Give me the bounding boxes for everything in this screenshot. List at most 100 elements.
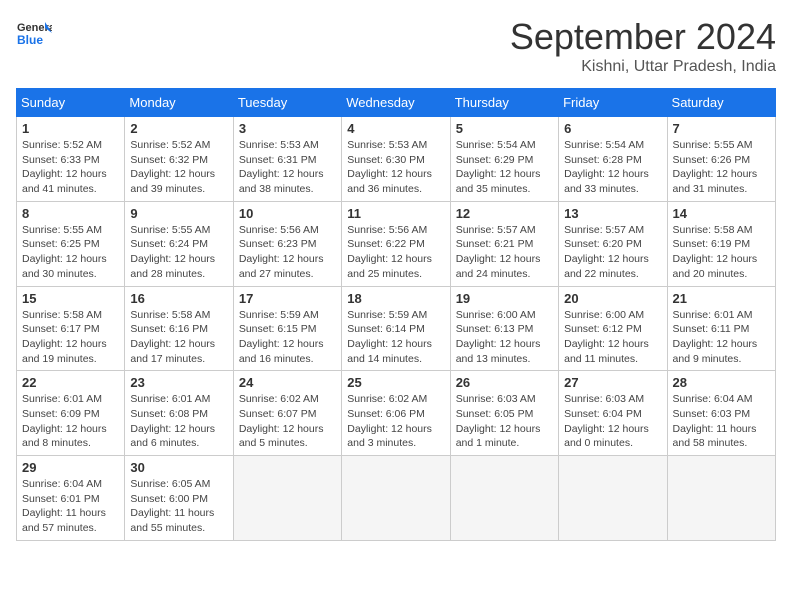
calendar-day-cell [233, 456, 341, 541]
calendar-day-cell: 14 Sunrise: 5:58 AMSunset: 6:19 PMDayligh… [667, 201, 775, 286]
day-number: 3 [239, 121, 336, 136]
day-info: Sunrise: 5:59 AMSunset: 6:15 PMDaylight:… [239, 308, 336, 367]
calendar-day-header: Monday [125, 89, 233, 117]
day-number: 27 [564, 375, 661, 390]
day-info: Sunrise: 5:58 AMSunset: 6:19 PMDaylight:… [673, 223, 770, 282]
day-info: Sunrise: 6:03 AMSunset: 6:05 PMDaylight:… [456, 392, 553, 451]
day-number: 25 [347, 375, 444, 390]
calendar-day-header: Sunday [17, 89, 125, 117]
day-number: 14 [673, 206, 770, 221]
day-number: 28 [673, 375, 770, 390]
calendar-day-cell: 26 Sunrise: 6:03 AMSunset: 6:05 PMDayligh… [450, 371, 558, 456]
calendar-day-cell: 2 Sunrise: 5:52 AMSunset: 6:32 PMDaylight… [125, 117, 233, 202]
day-number: 26 [456, 375, 553, 390]
day-info: Sunrise: 5:53 AMSunset: 6:31 PMDaylight:… [239, 138, 336, 197]
logo: General Blue [16, 16, 52, 52]
day-info: Sunrise: 5:52 AMSunset: 6:32 PMDaylight:… [130, 138, 227, 197]
day-info: Sunrise: 5:58 AMSunset: 6:16 PMDaylight:… [130, 308, 227, 367]
month-title: September 2024 [510, 16, 776, 58]
day-info: Sunrise: 6:03 AMSunset: 6:04 PMDaylight:… [564, 392, 661, 451]
calendar-day-cell: 29 Sunrise: 6:04 AMSunset: 6:01 PMDayligh… [17, 456, 125, 541]
day-info: Sunrise: 5:54 AMSunset: 6:29 PMDaylight:… [456, 138, 553, 197]
day-number: 24 [239, 375, 336, 390]
day-number: 15 [22, 291, 119, 306]
day-info: Sunrise: 6:00 AMSunset: 6:12 PMDaylight:… [564, 308, 661, 367]
calendar-day-cell: 6Sunrise: 5:54 AMSunset: 6:28 PMDaylight… [559, 117, 667, 202]
calendar-day-cell: 22Sunrise: 6:01 AMSunset: 6:09 PMDayligh… [17, 371, 125, 456]
day-info: Sunrise: 5:57 AMSunset: 6:20 PMDaylight:… [564, 223, 661, 282]
calendar-day-cell: 11 Sunrise: 5:56 AMSunset: 6:22 PMDayligh… [342, 201, 450, 286]
day-number: 9 [130, 206, 227, 221]
svg-text:Blue: Blue [17, 33, 43, 47]
day-number: 4 [347, 121, 444, 136]
day-number: 21 [673, 291, 770, 306]
day-info: Sunrise: 6:01 AMSunset: 6:08 PMDaylight:… [130, 392, 227, 451]
calendar-day-cell: 27 Sunrise: 6:03 AMSunset: 6:04 PMDayligh… [559, 371, 667, 456]
day-number: 1 [22, 121, 119, 136]
calendar-day-cell: 8 Sunrise: 5:55 AMSunset: 6:25 PMDaylight… [17, 201, 125, 286]
calendar-day-cell: 19 Sunrise: 6:00 AMSunset: 6:13 PMDayligh… [450, 286, 558, 371]
calendar-day-cell: 30Sunrise: 6:05 AMSunset: 6:00 PMDayligh… [125, 456, 233, 541]
calendar-day-cell: 17 Sunrise: 5:59 AMSunset: 6:15 PMDayligh… [233, 286, 341, 371]
day-info: Sunrise: 6:01 AMSunset: 6:09 PMDaylight:… [22, 392, 119, 451]
calendar-day-cell: 21 Sunrise: 6:01 AMSunset: 6:11 PMDayligh… [667, 286, 775, 371]
day-number: 17 [239, 291, 336, 306]
calendar-day-cell [667, 456, 775, 541]
calendar-week-row: 22Sunrise: 6:01 AMSunset: 6:09 PMDayligh… [17, 371, 776, 456]
calendar-day-cell: 23Sunrise: 6:01 AMSunset: 6:08 PMDayligh… [125, 371, 233, 456]
day-info: Sunrise: 5:53 AMSunset: 6:30 PMDaylight:… [347, 138, 444, 197]
day-info: Sunrise: 5:54 AMSunset: 6:28 PMDaylight:… [564, 138, 661, 197]
day-info: Sunrise: 6:02 AMSunset: 6:07 PMDaylight:… [239, 392, 336, 451]
calendar-day-header: Friday [559, 89, 667, 117]
day-info: Sunrise: 5:59 AMSunset: 6:14 PMDaylight:… [347, 308, 444, 367]
calendar-day-cell [559, 456, 667, 541]
day-number: 18 [347, 291, 444, 306]
calendar-week-row: 15 Sunrise: 5:58 AMSunset: 6:17 PMDayligh… [17, 286, 776, 371]
calendar-day-cell: 4 Sunrise: 5:53 AMSunset: 6:30 PMDaylight… [342, 117, 450, 202]
day-info: Sunrise: 5:56 AMSunset: 6:22 PMDaylight:… [347, 223, 444, 282]
page-header: General Blue September 2024 Kishni, Utta… [16, 16, 776, 76]
day-info: Sunrise: 5:55 AMSunset: 6:25 PMDaylight:… [22, 223, 119, 282]
calendar-week-row: 1Sunrise: 5:52 AMSunset: 6:33 PMDaylight… [17, 117, 776, 202]
day-number: 12 [456, 206, 553, 221]
day-info: Sunrise: 5:58 AMSunset: 6:17 PMDaylight:… [22, 308, 119, 367]
logo-svg: General Blue [16, 16, 52, 52]
calendar-day-cell: 12 Sunrise: 5:57 AMSunset: 6:21 PMDayligh… [450, 201, 558, 286]
calendar-day-header: Saturday [667, 89, 775, 117]
calendar-day-header: Tuesday [233, 89, 341, 117]
day-number: 29 [22, 460, 119, 475]
day-number: 8 [22, 206, 119, 221]
day-info: Sunrise: 6:01 AMSunset: 6:11 PMDaylight:… [673, 308, 770, 367]
calendar-day-cell: 16 Sunrise: 5:58 AMSunset: 6:16 PMDayligh… [125, 286, 233, 371]
calendar-day-cell: 15 Sunrise: 5:58 AMSunset: 6:17 PMDayligh… [17, 286, 125, 371]
day-info: Sunrise: 6:00 AMSunset: 6:13 PMDaylight:… [456, 308, 553, 367]
calendar-day-cell: 3 Sunrise: 5:53 AMSunset: 6:31 PMDaylight… [233, 117, 341, 202]
calendar-day-cell: 20 Sunrise: 6:00 AMSunset: 6:12 PMDayligh… [559, 286, 667, 371]
day-number: 11 [347, 206, 444, 221]
calendar-day-header: Wednesday [342, 89, 450, 117]
calendar-table: SundayMondayTuesdayWednesdayThursdayFrid… [16, 88, 776, 541]
calendar-day-cell [450, 456, 558, 541]
day-info: Sunrise: 5:55 AMSunset: 6:26 PMDaylight:… [673, 138, 770, 197]
calendar-day-cell: 5Sunrise: 5:54 AMSunset: 6:29 PMDaylight… [450, 117, 558, 202]
calendar-day-cell: 25Sunrise: 6:02 AMSunset: 6:06 PMDayligh… [342, 371, 450, 456]
calendar-day-header: Thursday [450, 89, 558, 117]
day-number: 30 [130, 460, 227, 475]
calendar-day-cell [342, 456, 450, 541]
location: Kishni, Uttar Pradesh, India [510, 58, 776, 76]
calendar-day-cell: 18 Sunrise: 5:59 AMSunset: 6:14 PMDayligh… [342, 286, 450, 371]
day-number: 13 [564, 206, 661, 221]
day-number: 20 [564, 291, 661, 306]
day-info: Sunrise: 5:57 AMSunset: 6:21 PMDaylight:… [456, 223, 553, 282]
day-info: Sunrise: 5:55 AMSunset: 6:24 PMDaylight:… [130, 223, 227, 282]
calendar-day-cell: 10 Sunrise: 5:56 AMSunset: 6:23 PMDayligh… [233, 201, 341, 286]
calendar-day-cell: 9 Sunrise: 5:55 AMSunset: 6:24 PMDaylight… [125, 201, 233, 286]
day-number: 19 [456, 291, 553, 306]
day-info: Sunrise: 5:56 AMSunset: 6:23 PMDaylight:… [239, 223, 336, 282]
calendar-day-cell: 28Sunrise: 6:04 AMSunset: 6:03 PMDayligh… [667, 371, 775, 456]
day-info: Sunrise: 6:04 AMSunset: 6:01 PMDaylight:… [22, 477, 119, 536]
calendar-day-cell: 13 Sunrise: 5:57 AMSunset: 6:20 PMDayligh… [559, 201, 667, 286]
day-number: 10 [239, 206, 336, 221]
day-number: 16 [130, 291, 227, 306]
day-number: 2 [130, 121, 227, 136]
